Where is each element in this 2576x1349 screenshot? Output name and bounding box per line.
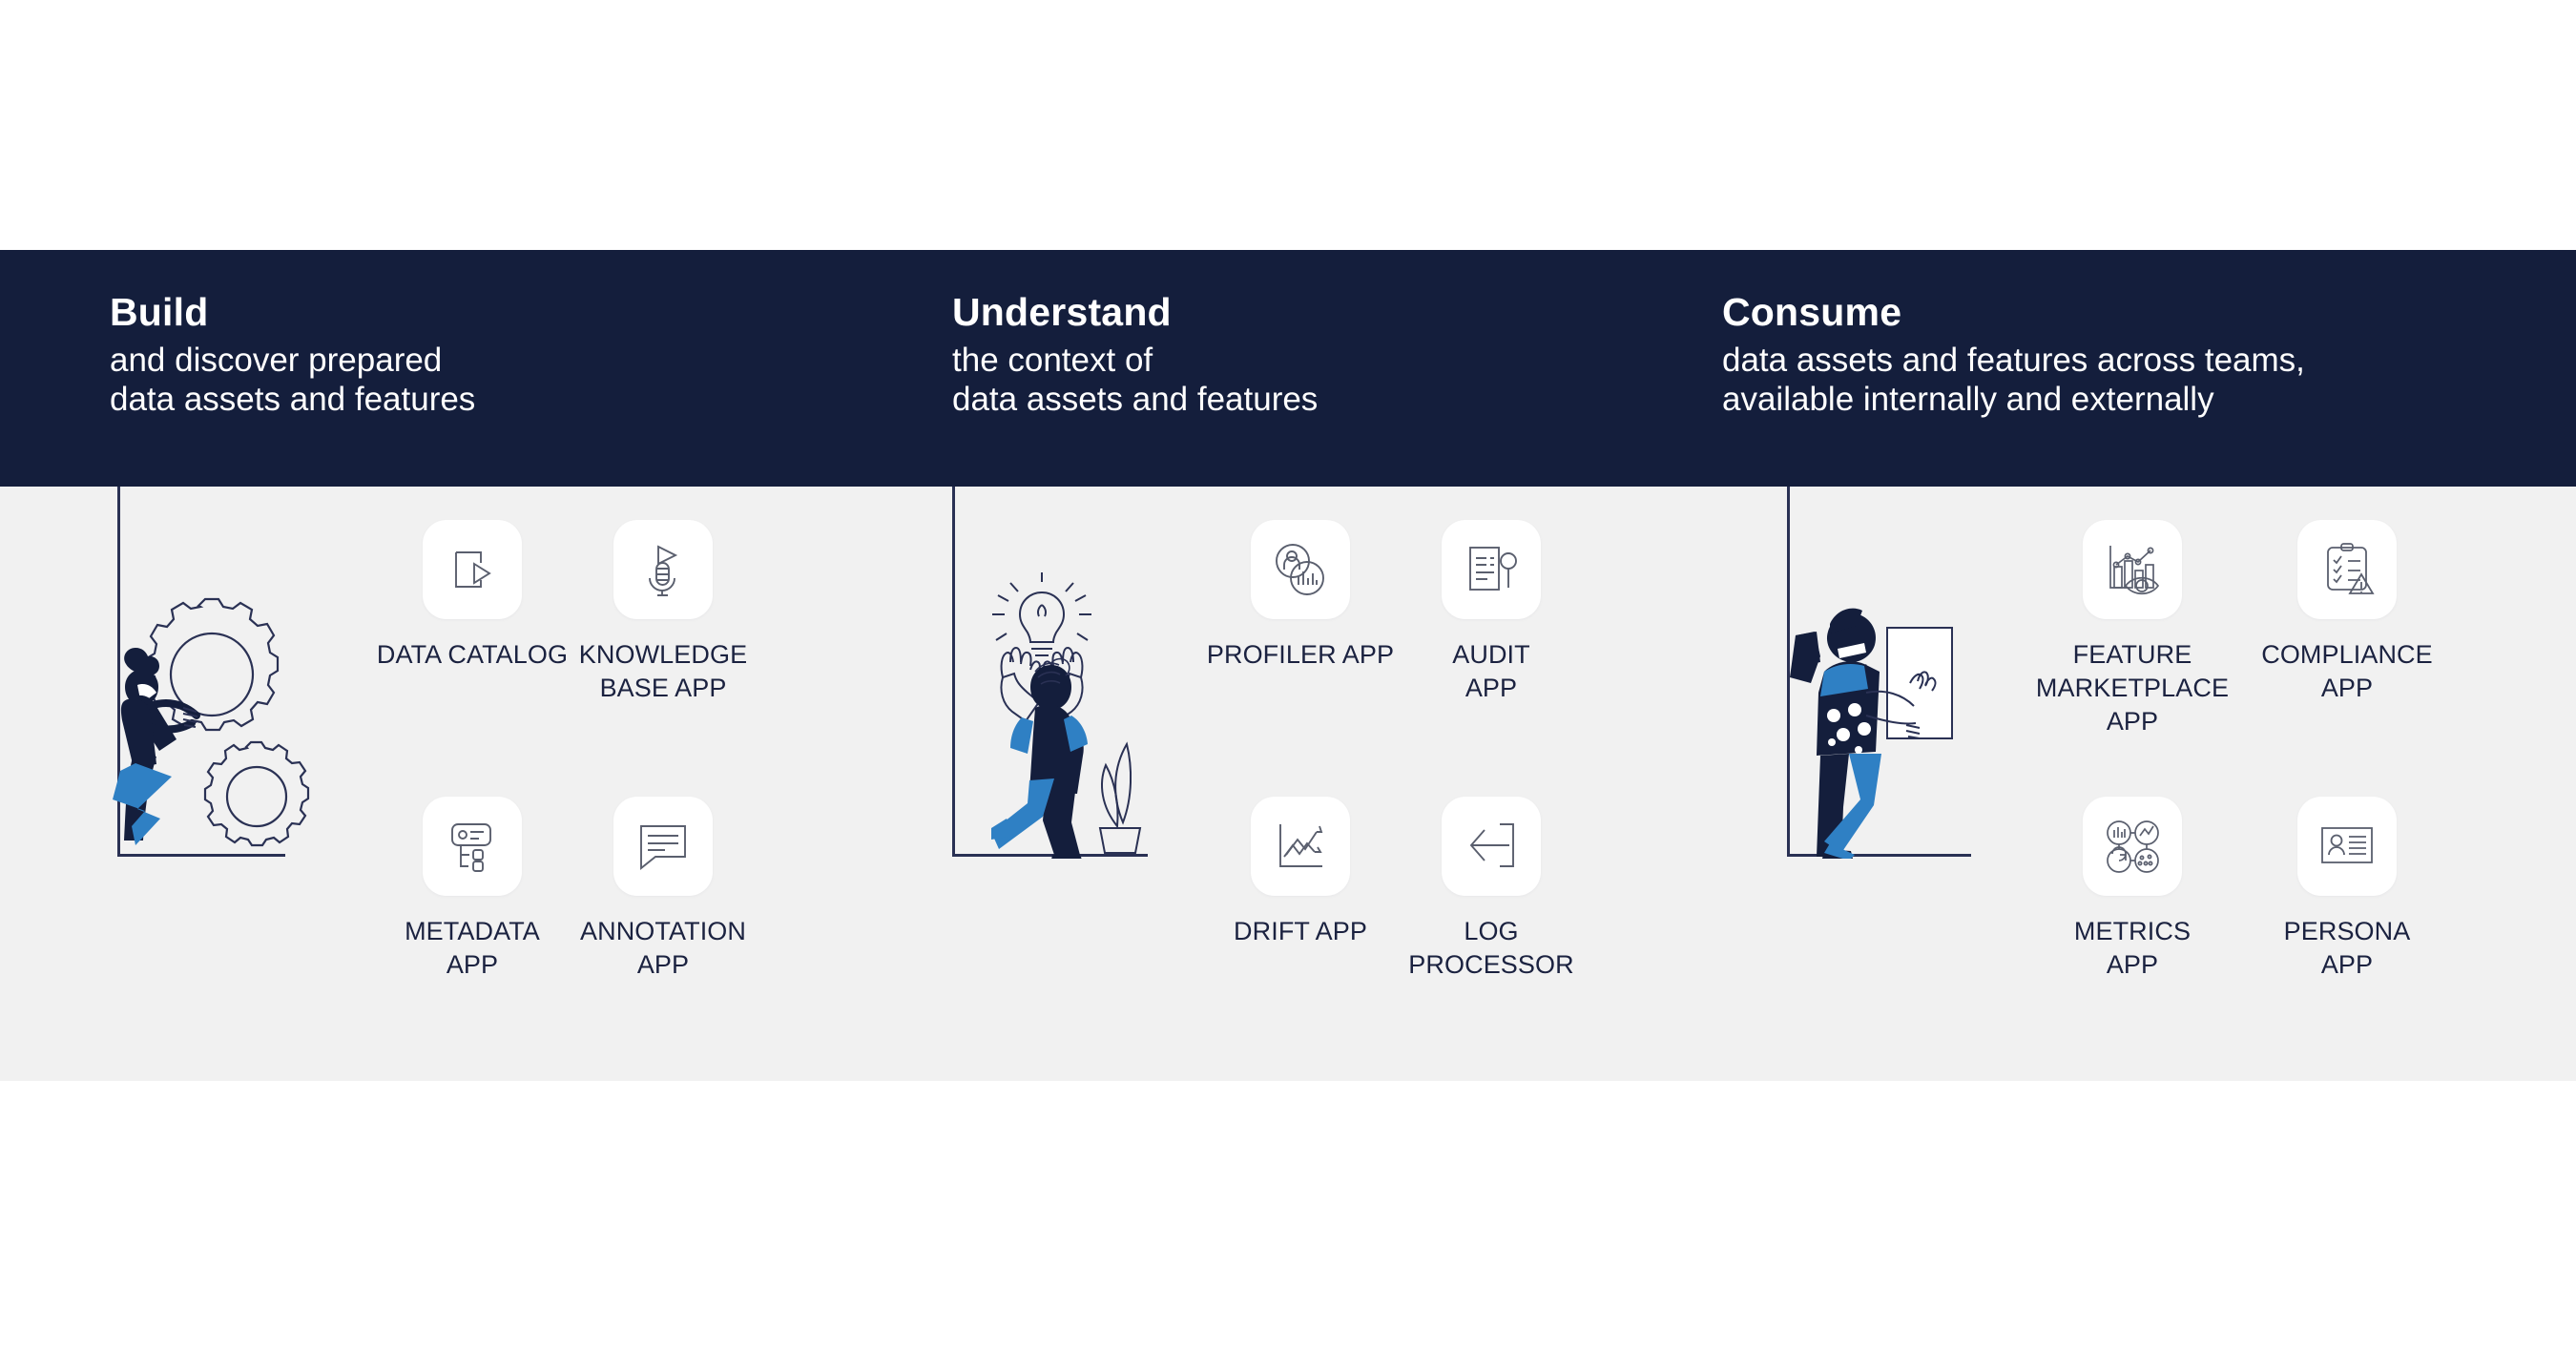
column-subtitle-line: the context of [952,342,1153,380]
column-subtitle-line: available internally and externally [1722,381,2214,419]
clipboard-checklist-warning-icon [2297,520,2397,619]
person-holding-panel-illustration [1775,572,1984,859]
app-item-feature-marketplace-app[interactable]: FEATURE MARKETPLACE APP [2023,520,2242,738]
app-item-knowledge-base-app[interactable]: KNOWLEDGE BASE APP [553,520,773,705]
app-item-metrics-app[interactable]: METRICS APP [2023,797,2242,982]
metadata-node-tree-icon [423,797,522,896]
person-pushing-gears-illustration [103,572,313,859]
column-subtitle-line: and discover prepared [110,342,443,380]
header-column-consume: Consume data assets and features across … [1722,290,2562,420]
app-grid-build: DATA CATALOG KNOWLEDGE BASE APP METADATA… [363,520,773,1073]
document-magnifier-icon [1442,520,1541,619]
column-subtitle-line: data assets and features [110,381,476,419]
header-column-build: Build and discover prepared data assets … [110,290,921,420]
connected-chart-circles-icon [2083,797,2182,896]
document-play-icon [423,520,522,619]
app-label: LOG PROCESSOR [1408,917,1574,980]
app-label: METADATA APP [405,917,540,980]
person-lightbulb-idea-illustration [940,572,1159,859]
app-item-annotation-app[interactable]: ANNOTATION APP [553,797,773,982]
app-label: PROFILER APP [1206,640,1395,669]
app-row: DRIFT APP LOG PROCESSOR [1191,797,1601,1073]
app-label: PERSONA APP [2283,917,2411,980]
profile-barchart-circles-icon [1251,520,1350,619]
barchart-linechart-eye-icon [2083,520,2182,619]
column-subtitle-consume: data assets and features across teams, a… [1722,342,2562,420]
app-label: FEATURE MARKETPLACE APP [2035,640,2230,737]
app-row: METRICS APP PERSONA APP [2023,797,2471,1073]
app-grid-understand: PROFILER APP AUDIT APP DRIFT APP LOG PRO… [1191,520,1601,1073]
column-subtitle-line: data assets and features across teams, [1722,342,2305,380]
app-item-audit-app[interactable]: AUDIT APP [1381,520,1601,705]
app-item-profiler-app[interactable]: PROFILER APP [1191,520,1410,672]
column-title-build: Build [110,290,209,334]
app-grid-consume: FEATURE MARKETPLACE APP COMPLIANCE APP M… [2023,520,2471,1073]
app-row: DATA CATALOG KNOWLEDGE BASE APP [363,520,773,797]
column-subtitle-build: and discover prepared data assets and fe… [110,342,921,420]
app-item-persona-app[interactable]: PERSONA APP [2237,797,2457,982]
app-item-drift-app[interactable]: DRIFT APP [1191,797,1410,948]
line-chart-trend-arrows-icon [1251,797,1350,896]
column-subtitle-understand: the context of data assets and features [952,342,1715,420]
app-label: ANNOTATION APP [580,917,746,980]
id-card-person-icon [2297,797,2397,896]
app-label: KNOWLEDGE BASE APP [578,640,748,703]
app-label: METRICS APP [2073,917,2192,980]
microphone-play-icon [613,520,713,619]
diagram-canvas: Build and discover prepared data assets … [0,0,2576,1349]
speech-bubble-lines-icon [613,797,713,896]
column-subtitle-line: data assets and features [952,381,1319,419]
app-label: COMPLIANCE APP [2261,640,2433,703]
header-column-understand: Understand the context of data assets an… [952,290,1715,420]
app-item-metadata-app[interactable]: METADATA APP [363,797,582,982]
app-label: DRIFT APP [1234,917,1367,945]
column-title-consume: Consume [1722,290,1902,334]
app-label: DATA CATALOG [376,640,569,669]
column-title-understand: Understand [952,290,1172,334]
app-row: METADATA APP ANNOTATION APP [363,797,773,1073]
app-item-data-catalog[interactable]: DATA CATALOG [363,520,582,672]
app-row: FEATURE MARKETPLACE APP COMPLIANCE APP [2023,520,2471,797]
header-band: Build and discover prepared data assets … [0,250,2576,487]
app-item-log-processor[interactable]: LOG PROCESSOR [1381,797,1601,982]
app-item-compliance-app[interactable]: COMPLIANCE APP [2237,520,2457,705]
arrow-left-into-bracket-icon [1442,797,1541,896]
app-row: PROFILER APP AUDIT APP [1191,520,1601,797]
app-label: AUDIT APP [1452,640,1530,703]
